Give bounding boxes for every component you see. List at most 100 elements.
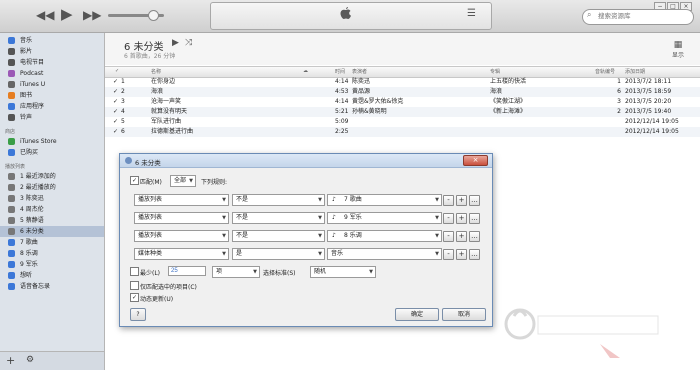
sidebar-item[interactable]: 影片 bbox=[0, 46, 104, 57]
sidebar-item[interactable]: Podcast bbox=[0, 68, 104, 79]
limit-unit-select[interactable]: 项 ▼ bbox=[212, 266, 260, 278]
live-update-checkbox[interactable]: ✓ bbox=[130, 293, 139, 302]
rule-operator-select[interactable]: 不是 ▼ bbox=[232, 194, 325, 206]
table-row[interactable]: ✓ 6 拉德斯基进行曲 2:25 2012/12/14 19:05 bbox=[105, 127, 700, 137]
nest-rule-button[interactable]: ... bbox=[469, 249, 480, 260]
sidebar-item[interactable]: 电视节目 bbox=[0, 57, 104, 68]
rule-field-select[interactable]: 媒体种类 ▼ bbox=[134, 248, 229, 260]
help-button[interactable]: ? bbox=[130, 308, 146, 321]
rule-operator-select[interactable]: 不是 ▼ bbox=[232, 212, 325, 224]
rule-value-select[interactable]: ♪ 9 军乐 ▼ bbox=[327, 212, 442, 224]
play-icon[interactable]: ▶ bbox=[61, 7, 73, 22]
col-name[interactable]: 名称 bbox=[151, 68, 161, 75]
ok-button[interactable]: 确定 bbox=[395, 308, 439, 321]
col-time[interactable]: 时间 bbox=[335, 68, 345, 75]
sidebar-item[interactable]: 9 军乐 bbox=[0, 259, 104, 270]
rule-operator-select[interactable]: 是 ▼ bbox=[232, 248, 325, 260]
track-checkbox[interactable]: ✓ bbox=[113, 97, 118, 107]
limit-input[interactable] bbox=[168, 266, 206, 276]
col-check[interactable]: ✓ bbox=[115, 68, 119, 74]
volume-knob[interactable] bbox=[148, 10, 159, 21]
rewind-icon[interactable]: ◀◀ bbox=[36, 8, 54, 22]
chevron-down-icon: ▼ bbox=[222, 251, 226, 257]
sidebar-item-label: 已购买 bbox=[20, 149, 39, 156]
rule-value-select[interactable]: 音乐 ▼ bbox=[327, 248, 442, 260]
add-rule-button[interactable]: + bbox=[456, 213, 467, 224]
table-row[interactable]: ✓ 5 军队进行曲 5:09 2012/12/14 19:05 bbox=[105, 117, 700, 127]
add-rule-button[interactable]: + bbox=[456, 231, 467, 242]
sidebar-item[interactable]: 图书 bbox=[0, 90, 104, 101]
col-artist[interactable]: 表演者 bbox=[352, 68, 367, 75]
cancel-button[interactable]: 取消 bbox=[442, 308, 486, 321]
sidebar-item[interactable]: 3 陈奕迅 bbox=[0, 193, 104, 204]
match-checkbox[interactable]: ✓ bbox=[130, 176, 139, 185]
only-checked-checkbox[interactable] bbox=[130, 281, 139, 290]
track-checkbox[interactable]: ✓ bbox=[113, 87, 118, 97]
match-select[interactable]: 全部 ▼ bbox=[170, 175, 196, 187]
live-update-label: 动态更新(U) bbox=[140, 296, 174, 303]
cell-name: 就算没有明天 bbox=[151, 108, 188, 115]
sidebar-item[interactable]: 6 未分类 bbox=[0, 226, 104, 237]
list-view-icon[interactable]: ☰ bbox=[467, 8, 476, 19]
remove-rule-button[interactable]: - bbox=[443, 195, 454, 206]
col-track[interactable]: 音轨编号 bbox=[595, 68, 615, 75]
gear-icon[interactable]: ⚙ bbox=[26, 355, 34, 365]
sidebar-item[interactable]: iTunes Store bbox=[0, 136, 104, 147]
shuffle-icon[interactable]: ⤨ bbox=[185, 38, 192, 48]
search-input[interactable] bbox=[598, 10, 688, 21]
sidebar-item[interactable]: 8 乐调 bbox=[0, 248, 104, 259]
view-options-label: 显示 bbox=[672, 52, 685, 59]
limit-checkbox[interactable] bbox=[130, 267, 139, 276]
playlist-icon bbox=[8, 250, 15, 257]
rule-field-select[interactable]: 播放列表 ▼ bbox=[134, 230, 229, 242]
remove-rule-button[interactable]: - bbox=[443, 249, 454, 260]
table-row[interactable]: ✓ 2 海浪 4:53 黄品源 海浪 6 2013/7/5 18:59 bbox=[105, 87, 700, 97]
sidebar-item[interactable]: 语音备忘录 bbox=[0, 281, 104, 292]
table-row[interactable]: ✓ 3 沧海一声笑 4:14 黄霑&罗大佑&徐克 《笑傲江湖》 3 2013/7/5 20:2… bbox=[105, 97, 700, 107]
col-album[interactable]: 专辑 bbox=[490, 68, 500, 75]
remove-rule-button[interactable]: - bbox=[443, 213, 454, 224]
sidebar-item[interactable]: 1 最近添加的 bbox=[0, 171, 104, 182]
view-options-button[interactable]: ▦ 显示 bbox=[672, 40, 684, 59]
cell-time: 4:14 bbox=[335, 98, 349, 105]
rule-value-select[interactable]: ♪ 8 乐调 ▼ bbox=[327, 230, 442, 242]
rule-operator-select[interactable]: 不是 ▼ bbox=[232, 230, 325, 242]
sidebar-item[interactable]: 已购买 bbox=[0, 147, 104, 158]
table-row[interactable]: ✓ 4 就算没有明天 5:21 孙楠&黄晓明 《新上海滩》 2 2013/7/5 19:40 bbox=[105, 107, 700, 117]
track-checkbox[interactable]: ✓ bbox=[113, 107, 118, 117]
nest-rule-button[interactable]: ... bbox=[469, 213, 480, 224]
sidebar-item[interactable]: 5 蔡静语 bbox=[0, 215, 104, 226]
lcd-display bbox=[210, 2, 492, 30]
fast-forward-icon[interactable]: ▶▶ bbox=[83, 8, 101, 22]
add-rule-button[interactable]: + bbox=[456, 195, 467, 206]
sidebar-item[interactable]: 铃声 bbox=[0, 112, 104, 123]
cell-album: 海浪 bbox=[490, 88, 503, 95]
sidebar-item[interactable]: 7 歌曲 bbox=[0, 237, 104, 248]
track-checkbox[interactable]: ✓ bbox=[113, 77, 118, 87]
sidebar-footer: + ⚙ bbox=[0, 351, 105, 370]
sidebar-item[interactable]: 4 周杰伦 bbox=[0, 204, 104, 215]
add-playlist-icon[interactable]: + bbox=[6, 354, 15, 367]
rule-field-select[interactable]: 播放列表 ▼ bbox=[134, 212, 229, 224]
rule-value-select[interactable]: ♪ 7 歌曲 ▼ bbox=[327, 194, 442, 206]
play-playlist-icon[interactable]: ▶ bbox=[172, 38, 179, 48]
add-rule-button[interactable]: + bbox=[456, 249, 467, 260]
nest-rule-button[interactable]: ... bbox=[469, 195, 480, 206]
col-date[interactable]: 添加日期 bbox=[625, 68, 645, 75]
sidebar-item[interactable]: iTunes U bbox=[0, 79, 104, 90]
sidebar-item[interactable]: 应用程序 bbox=[0, 101, 104, 112]
sidebar-item[interactable]: 2 最近播放的 bbox=[0, 182, 104, 193]
table-row[interactable]: ✓ 1 在你身边 4:14 陈奕迅 上五楼的快活 1 2013/7/2 18:11 bbox=[105, 77, 700, 87]
track-checkbox[interactable]: ✓ bbox=[113, 127, 118, 137]
tv-icon bbox=[8, 59, 15, 66]
selected-by-select[interactable]: 随机 ▼ bbox=[310, 266, 376, 278]
remove-rule-button[interactable]: - bbox=[443, 231, 454, 242]
nest-rule-button[interactable]: ... bbox=[469, 231, 480, 242]
sidebar-item[interactable]: 音乐 bbox=[0, 35, 104, 46]
track-checkbox[interactable]: ✓ bbox=[113, 117, 118, 127]
cloud-icon[interactable]: ☁ bbox=[303, 68, 308, 74]
rule-field-select[interactable]: 播放列表 ▼ bbox=[134, 194, 229, 206]
dialog-close-button[interactable]: × bbox=[463, 155, 488, 166]
sidebar-item[interactable]: 想听 bbox=[0, 270, 104, 281]
sidebar-item-label: 语音备忘录 bbox=[20, 283, 51, 290]
